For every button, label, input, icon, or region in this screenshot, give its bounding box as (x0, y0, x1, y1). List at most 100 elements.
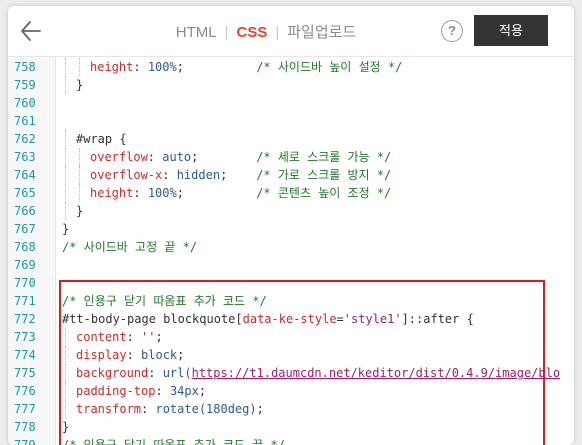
code-token: overflow (90, 150, 148, 164)
line-number: 779 (14, 438, 36, 445)
code-token: : (147, 150, 163, 164)
code-line: 773 content: ''; (8, 328, 574, 346)
code-line: 767} (8, 220, 574, 238)
code-token: : (148, 366, 163, 380)
code-token: background (76, 366, 149, 380)
line-number: 767 (14, 222, 36, 236)
line-number: 776 (14, 384, 36, 398)
code-line: 774 display: block; (8, 346, 574, 364)
indent-guide (65, 148, 67, 166)
indent-guide (65, 346, 67, 364)
indent-guide (65, 166, 67, 184)
code-text: transform: rotate(180deg); (76, 400, 264, 418)
indent-guide (65, 184, 67, 202)
code-token: ; (177, 348, 185, 362)
code-token: 100% (147, 186, 177, 200)
code-line: 777 transform: rotate(180deg); (8, 400, 574, 418)
tab-css[interactable]: CSS (236, 24, 267, 41)
code-token: #tt-body-page blockquote[ (62, 312, 243, 326)
code-line: 778} (8, 418, 574, 436)
code-line: 766} (8, 202, 574, 220)
code-token: ; (176, 60, 257, 74)
code-text: /* 인용구 닫기 따옴표 추가 코드 */ (62, 292, 267, 310)
code-editor[interactable]: 758 height: 100%; /* 사이드바 높이 설정 */759} 760… (8, 57, 574, 445)
code-token: ; (256, 402, 264, 416)
code-token: = (336, 312, 344, 326)
indent-guide (65, 400, 67, 418)
code-line: 758 height: 100%; /* 사이드바 높이 설정 */ (8, 58, 574, 76)
tab-file-upload[interactable]: 파일업로드 (287, 24, 356, 41)
code-token: : (162, 168, 177, 182)
indent-guide (79, 58, 81, 76)
code-line: 765 height: 100%; /* 콘텐츠 높이 조정 */ (8, 184, 574, 202)
code-text: display: block; (76, 346, 184, 364)
indent-guide (65, 58, 67, 76)
code-token: height (90, 60, 134, 74)
code-line: 776 padding-top: 34px; (8, 382, 574, 400)
code-token: display (76, 348, 127, 362)
code-token: : (126, 348, 142, 362)
code-token: overflow-x (90, 168, 163, 182)
code-text: } (62, 418, 69, 436)
code-token: height (90, 186, 134, 200)
line-number: 759 (14, 78, 36, 92)
line-number: 761 (14, 114, 36, 128)
code-token: : (133, 186, 148, 200)
line-number: 764 (14, 168, 36, 182)
code-token: ; (220, 168, 257, 182)
line-number: 773 (14, 330, 36, 344)
indent-guide (65, 382, 67, 400)
code-line: 759} (8, 76, 574, 94)
code-token: data-ke-style (242, 312, 337, 326)
line-number: 762 (14, 132, 36, 146)
code-token: ; (176, 186, 257, 200)
line-number: 769 (14, 258, 36, 272)
code-text: overflow: auto; /* 세로 스크롤 가능 */ (90, 148, 391, 166)
code-line: 772 #tt-body-page blockquote[data-ke-styl… (8, 310, 574, 328)
indent-guide (65, 130, 67, 148)
tab-html[interactable]: HTML (176, 24, 217, 41)
code-token: hidden (176, 168, 221, 182)
code-line: 779 /* 인용구 닫기 따옴표 추가 코드 끝 */ (8, 436, 574, 445)
code-token: https://t1.daumcdn.net/keditor/dist/0.4.… (191, 366, 561, 380)
code-text: /* 사이드바 고정 끝 */ (62, 238, 197, 256)
code-line: 768 /* 사이드바 고정 끝 */ (8, 238, 574, 256)
code-token: 100% (147, 60, 177, 74)
code-token: : (155, 384, 170, 398)
tab-divider: | (275, 24, 280, 41)
code-token: ]::after { (401, 312, 474, 326)
code-token: 'style1' (343, 312, 402, 326)
code-token: /* 인용구 닫기 따옴표 추가 코드 끝 */ (62, 438, 285, 445)
code-token: } (62, 420, 70, 434)
code-text: padding-top: 34px; (76, 382, 206, 400)
code-line: 775 background: url(https://t1.daumcdn.ne… (8, 364, 574, 382)
code-token: ; (191, 150, 257, 164)
code-line: 770 (8, 274, 574, 292)
line-number: 775 (14, 366, 36, 380)
code-token: : (141, 402, 156, 416)
line-number: 768 (14, 240, 36, 254)
code-text: background: url(https://t1.daumcdn.net/k… (76, 364, 560, 382)
line-number: 778 (14, 420, 36, 434)
code-token: ; (155, 330, 163, 344)
code-token: } (76, 78, 84, 92)
line-number: 765 (14, 186, 36, 200)
indent-guide (79, 166, 81, 184)
indent-guide (65, 76, 67, 94)
indent-guide (65, 328, 67, 346)
line-number: 766 (14, 204, 36, 218)
apply-button[interactable]: 적용 (474, 15, 548, 46)
code-token: url( (162, 366, 192, 380)
help-button[interactable]: ? (441, 20, 463, 42)
code-token: padding-top (76, 384, 156, 398)
line-number: 758 (14, 60, 36, 74)
code-line: 771 /* 인용구 닫기 따옴표 추가 코드 */ (8, 292, 574, 310)
code-text: height: 100%; /* 콘텐츠 높이 조정 */ (90, 184, 391, 202)
code-text: height: 100%; /* 사이드바 높이 설정 */ (90, 58, 402, 76)
indent-guide (79, 148, 81, 166)
line-number: 777 (14, 402, 36, 416)
code-line: 769 (8, 256, 574, 274)
tab-divider: | (224, 24, 229, 41)
css-editor-window: HTML | CSS | 파일업로드 ? 적용 758 height: 100%; /* … (8, 6, 574, 445)
code-token: content (76, 330, 127, 344)
